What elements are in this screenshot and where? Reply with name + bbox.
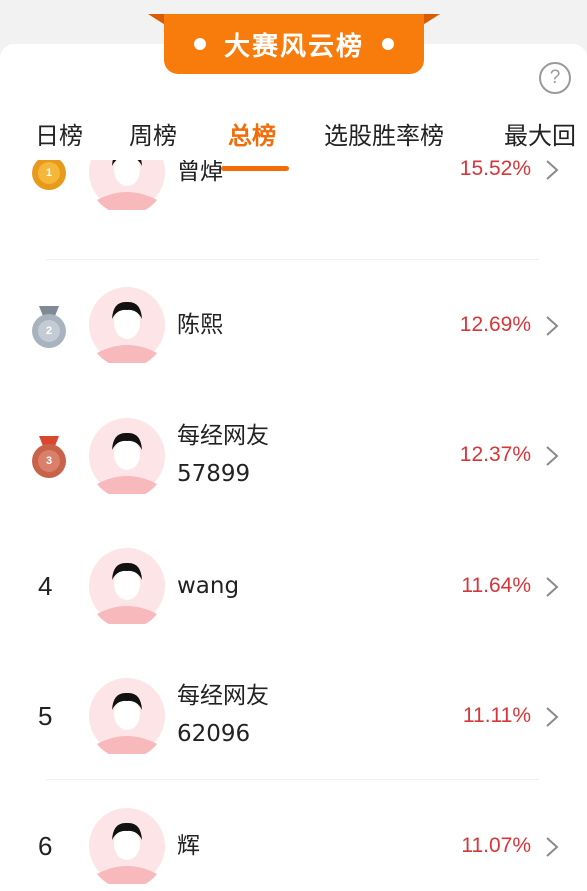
chevron-right-icon[interactable] [545,315,559,337]
ranking-row[interactable]: 2 陈熙 12.69% [0,260,587,390]
avatar-icon [89,678,165,754]
ranking-row[interactable]: 3 每经网友 57899 12.37% [0,390,587,520]
avatar-icon [89,808,165,884]
return-percent: 12.37% [459,443,531,466]
user-name: 曾焯 [177,160,223,185]
chevron-right-icon[interactable] [545,576,559,598]
rank-number: 5 [38,701,53,731]
user-name: 辉 [177,833,200,859]
ribbon-banner: 大赛风云榜 [164,14,424,74]
avatar-icon [89,160,165,210]
chevron-right-icon[interactable] [545,445,559,467]
chevron-right-icon[interactable] [545,706,559,728]
ranking-row[interactable]: 6 辉 11.07% [0,780,587,891]
user-name: wang [177,573,240,599]
tab-overall[interactable]: 总榜 [228,116,276,151]
return-percent: 11.07% [461,834,531,857]
tab-daily[interactable]: 日榜 [35,116,83,151]
user-name: 陈熙 [177,312,223,338]
ribbon-dot-left [193,38,206,50]
ranking-row[interactable]: 1 曾焯 15.52% [0,160,587,260]
return-percent: 11.11% [462,704,531,727]
question-mark-icon[interactable]: ? [539,62,571,94]
chevron-right-icon[interactable] [545,836,559,858]
avatar-icon [89,548,165,624]
rank-number: 4 [38,571,53,601]
user-name: 每经网友 62096 [177,683,269,747]
ribbon-dot-right [382,38,394,50]
rank-number: 6 [38,831,53,861]
return-percent: 11.64% [461,574,531,597]
return-percent: 12.69% [459,313,531,336]
tab-max-drawdown[interactable]: 最大回 [504,116,576,151]
tab-weekly[interactable]: 周榜 [129,116,177,151]
page-title: 大赛风云榜 [223,31,364,62]
ranking-row[interactable]: 5 每经网友 62096 11.11% [0,650,587,780]
chevron-right-icon[interactable] [545,160,559,181]
avatar-icon [89,287,165,363]
tab-stock-win-rate[interactable]: 选股胜率榜 [324,116,444,151]
silver-medal-icon: 2 [32,306,66,348]
bronze-medal-icon: 3 [32,436,66,478]
ranking-list: 1 曾焯 15.52% 2 陈熙 12.69% 3 每经网友 57899 12.… [0,160,587,891]
title-ribbon: 大赛风云榜 [148,14,440,76]
ranking-row[interactable]: 4 wang 11.64% [0,520,587,650]
user-name: 每经网友 57899 [177,423,269,487]
gold-medal-icon: 1 [32,160,66,190]
avatar-icon [89,418,165,494]
return-percent: 15.52% [459,160,531,180]
